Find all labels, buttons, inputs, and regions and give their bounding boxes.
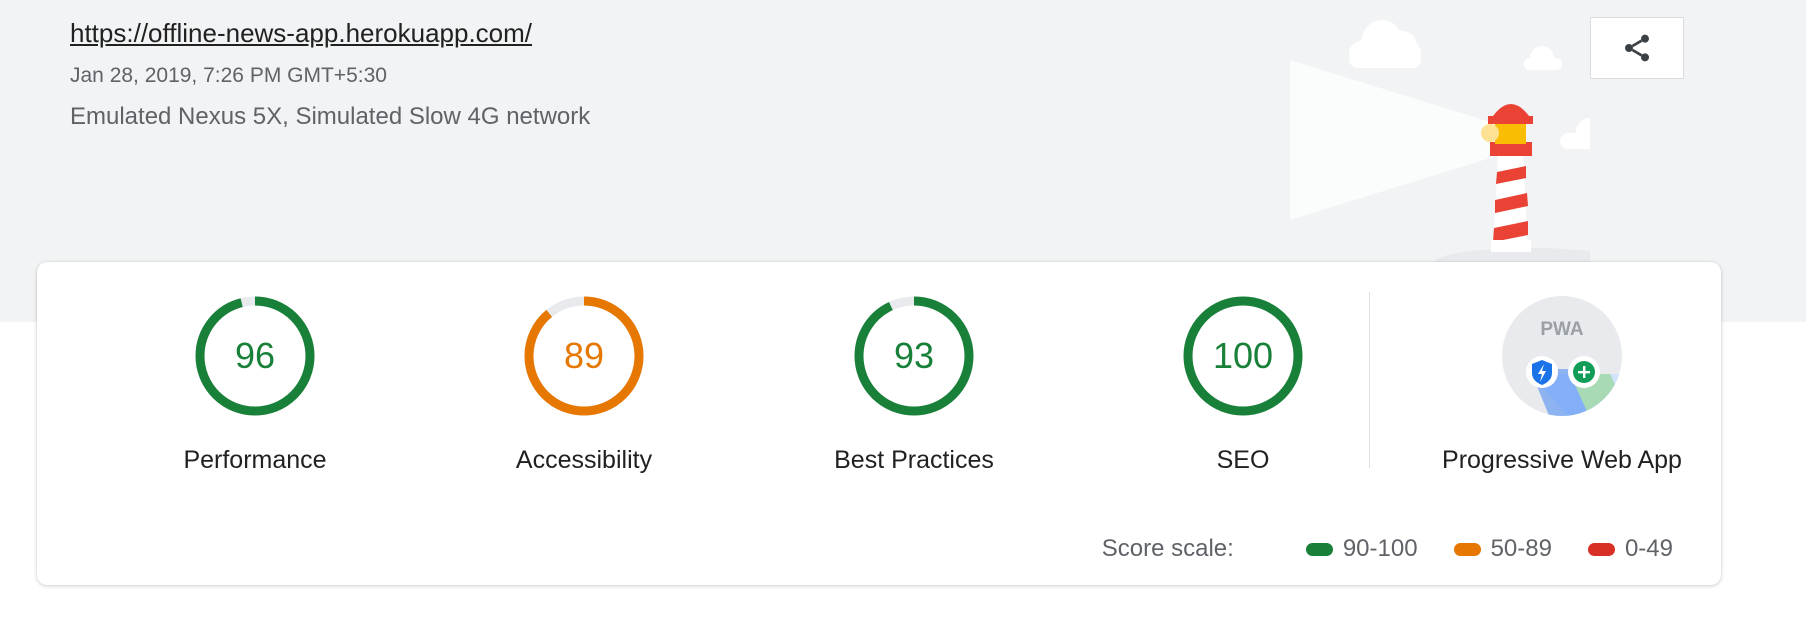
pwa-badge: PWA: [1502, 296, 1622, 416]
lighthouse-tower: [1481, 104, 1533, 252]
legend-item-pass: 90-100: [1305, 535, 1418, 563]
legend-range: 0-49: [1624, 535, 1673, 562]
legend-item-fail: 0-49: [1587, 535, 1673, 563]
category-divider: [1369, 292, 1370, 468]
cloud-icon: [1560, 118, 1590, 149]
gauge-performance[interactable]: 96 Performance: [125, 294, 385, 475]
gauge-seo[interactable]: 100 SEO: [1113, 294, 1373, 475]
gauge-best-practices[interactable]: 93 Best Practices: [784, 294, 1044, 475]
lighthouse-illustration: [1290, 20, 1590, 270]
scores-card: 96 Performance 89 Accessibility 93 Best …: [37, 262, 1721, 585]
shield-lightning-icon: [1526, 356, 1558, 388]
gauge-score: 96: [234, 335, 276, 376]
gauge-label: SEO: [1216, 446, 1270, 474]
environment-info: Emulated Nexus 5X, Simulated Slow 4G net…: [70, 103, 591, 130]
report-date: Jan 28, 2019, 7:26 PM GMT+5:30: [70, 64, 387, 87]
gauge-score: 100: [1212, 335, 1274, 376]
gauge-label: Best Practices: [834, 446, 994, 474]
legend-range: 90-100: [1342, 535, 1418, 562]
pwa-label: Progressive Web App: [1442, 446, 1682, 474]
legend-swatch: [1305, 542, 1333, 556]
report-url-link[interactable]: https://offline-news-app.herokuapp.com/: [70, 18, 532, 49]
gauge-label: Accessibility: [515, 446, 653, 474]
share-icon: [1625, 34, 1649, 62]
legend-swatch: [1587, 542, 1615, 556]
share-button[interactable]: [1590, 17, 1684, 79]
legend-item-average: 50-89: [1453, 535, 1552, 563]
gauge-accessibility[interactable]: 89 Accessibility: [454, 294, 714, 475]
gauge-score: 89: [563, 335, 605, 376]
gauge-label: Performance: [183, 446, 327, 474]
gauge-score: 93: [893, 335, 935, 376]
legend-range: 50-89: [1490, 535, 1552, 562]
legend-swatch: [1453, 542, 1481, 556]
plus-icon: [1568, 356, 1600, 388]
cloud-icon: [1349, 20, 1421, 68]
gauge-pwa[interactable]: PWA Progressive Web App: [1432, 294, 1692, 475]
score-scale-legend: Score scale: 90-100 50-89 0-49: [1102, 534, 1673, 564]
score-scale-title: Score scale:: [1101, 535, 1234, 562]
svg-text:PWA: PWA: [1540, 319, 1584, 340]
cloud-icon: [1524, 46, 1562, 70]
